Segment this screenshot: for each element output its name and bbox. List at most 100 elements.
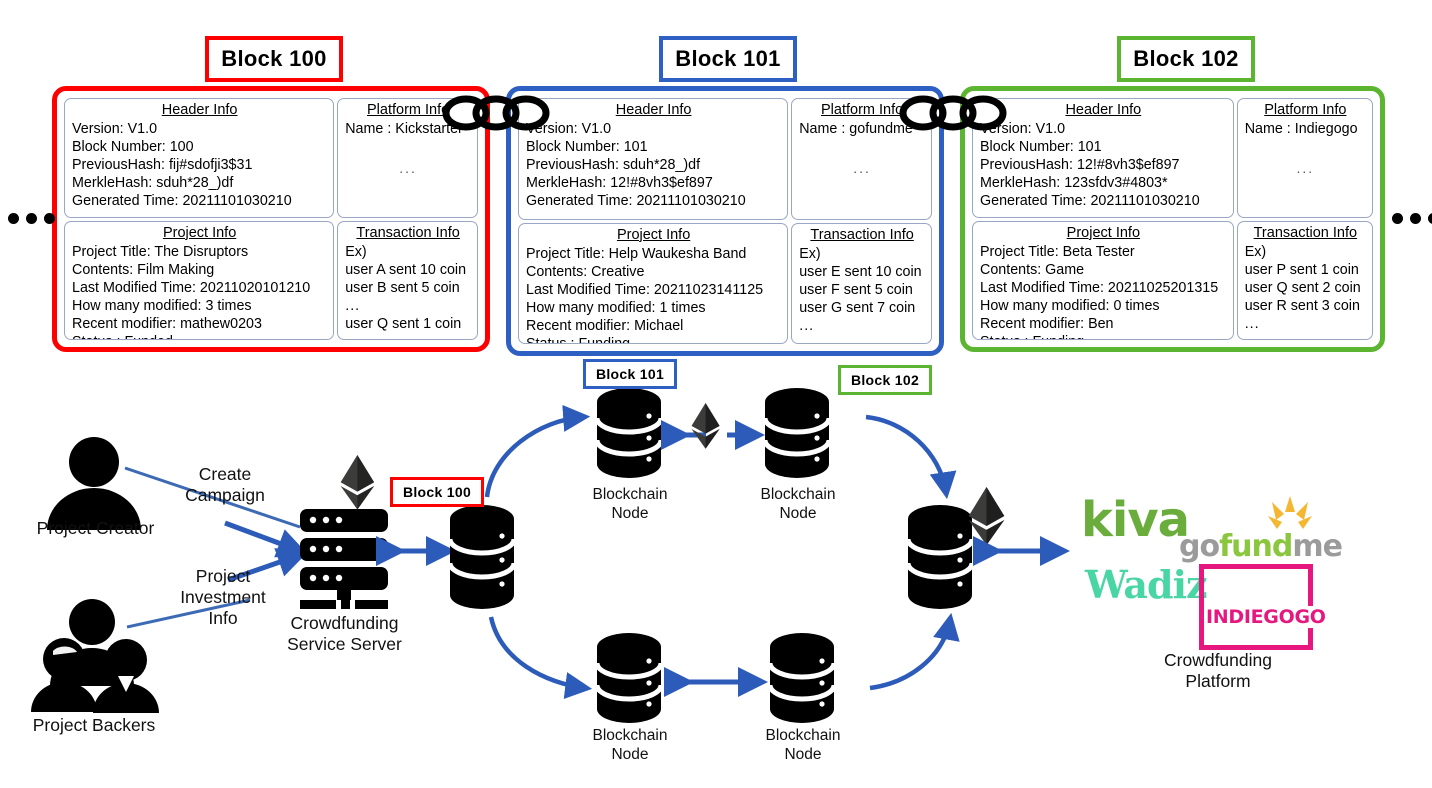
label-crowdfunding-server: Crowdfunding Service Server	[287, 613, 402, 654]
header-info-title: Header Info	[1065, 102, 1142, 118]
tx-line: user F sent 5 coin	[799, 281, 913, 298]
block-100-project-info: Project Info Project Title: The Disrupto…	[64, 220, 335, 340]
block-chip-102: Block 102	[1117, 36, 1255, 82]
arrow-left-to-topleft	[484, 404, 591, 498]
arrow-create-campaign	[224, 520, 308, 558]
transaction-info-title: Transaction Info	[1253, 224, 1358, 241]
project-last-modified: Last Modified Time: 20211020101210	[72, 279, 311, 296]
chain-link-icon-100-101	[442, 95, 550, 131]
gofundme-me-text: me	[1292, 529, 1343, 564]
crowdfunding-server-icon	[300, 509, 388, 609]
db-icon-top-left	[594, 388, 664, 478]
project-status: Status : Funding	[980, 333, 1227, 339]
header-block-number: Block Number: 100	[72, 139, 194, 156]
tx-line: user R sent 3 coin	[1244, 297, 1360, 314]
tx-line: ...	[345, 297, 361, 314]
label-project-creator: Project Creator	[36, 518, 155, 538]
label-blockchain-node-topleft: Blockchain Node	[592, 486, 668, 522]
node-chip-block-100-label: Block 100	[402, 484, 472, 500]
node-chip-block-101-label: Block 101	[595, 366, 665, 382]
header-info-title: Header Info	[615, 102, 692, 118]
label-create-campaign: Create Campaign	[185, 464, 265, 505]
block-chip-102-label: Block 102	[1133, 46, 1239, 71]
tx-line: ...	[799, 317, 815, 334]
block-chip-100-label: Block 100	[221, 46, 327, 71]
project-info-title: Project Info	[616, 226, 691, 243]
gofundme-logo: gofundme	[1179, 529, 1343, 564]
project-title: Project Title: The Disruptors	[72, 243, 249, 260]
header-version: Version: V1.0	[72, 121, 158, 138]
label-blockchain-node-bottomright: Blockchain Node	[765, 727, 841, 763]
transaction-info-title: Transaction Info	[356, 224, 460, 241]
block-101-header-info: Header Info Version: V1.0 Block Number: …	[518, 98, 789, 220]
node-chip-block-100: Block 100	[390, 477, 484, 507]
header-version: Version: V1.0	[526, 121, 612, 138]
tx-line: user G sent 7 coin	[799, 299, 916, 316]
platform-info-title: Platform Info	[1264, 102, 1347, 118]
project-creator-icon	[47, 437, 141, 530]
diagram-canvas: Block 100 Block 101 Block 102 Header Inf…	[0, 0, 1432, 788]
header-merkle-hash: MerkleHash: sduh*28_)df	[72, 175, 234, 192]
project-status: Status : Funded	[72, 333, 327, 339]
tx-line: user P sent 1 coin	[1244, 261, 1359, 278]
kiva-logo: kiva	[1081, 492, 1190, 548]
chain-link-icon-101-102	[899, 95, 1007, 131]
project-recent-modifier: Recent modifier: mathew0203	[72, 315, 262, 332]
project-info-title: Project Info	[1066, 224, 1141, 241]
tx-line: user B sent 5 coin	[345, 279, 460, 296]
indiegogo-logo-text: INDIEGOGO	[1204, 606, 1328, 628]
block-101-transaction-info: Transaction Info Ex) user E sent 10 coin…	[791, 222, 932, 344]
block-card-101: Header Info Version: V1.0 Block Number: …	[506, 86, 944, 356]
block-chip-101-label: Block 101	[675, 46, 781, 71]
block-card-100: Header Info Version: V1.0 Block Number: …	[52, 86, 490, 352]
tx-line: ...	[1244, 315, 1260, 332]
gofundme-fund-text: fund	[1219, 529, 1293, 564]
block-card-102: Header Info Version: V1.0 Block Number: …	[960, 86, 1385, 352]
platform-dots: ...	[853, 160, 871, 177]
project-title: Project Title: Help Waukesha Band	[526, 245, 747, 262]
header-generated-time: Generated Time: 20211101030210	[72, 193, 292, 210]
project-title: Project Title: Beta Tester	[980, 243, 1135, 260]
ethereum-icon-ring	[691, 403, 720, 449]
block-101-project-info: Project Info Project Title: Help Waukesh…	[518, 222, 789, 344]
label-blockchain-node-topright: Blockchain Node	[760, 486, 836, 522]
backer-face-details	[53, 646, 77, 655]
db-icon-bottom-left	[594, 633, 664, 723]
header-block-number: Block Number: 101	[526, 139, 648, 156]
header-version: Version: V1.0	[980, 121, 1066, 138]
block-102-project-info: Project Info Project Title: Beta Tester …	[972, 220, 1234, 340]
wadiz-logo: Wadiz	[1085, 562, 1208, 607]
block-100-header-info: Header Info Version: V1.0 Block Number: …	[64, 98, 335, 218]
server-led-dots	[309, 516, 343, 582]
ethereum-icon-server	[340, 455, 375, 510]
label-blockchain-node-bottomleft: Blockchain Node	[592, 727, 668, 763]
db-icon-top-right	[762, 388, 832, 478]
header-merkle-hash: MerkleHash: 123sfdv3#4803*	[980, 175, 1168, 192]
db-icon-bottom-right	[767, 633, 837, 723]
header-block-number: Block Number: 101	[980, 139, 1102, 156]
tx-line: user A sent 10 coin	[345, 261, 467, 278]
project-modify-count: How many modified: 1 times	[526, 299, 706, 316]
block-102-transaction-info: Transaction Info Ex) user P sent 1 coin …	[1236, 220, 1373, 340]
transaction-info-title: Transaction Info	[810, 226, 914, 243]
header-generated-time: Generated Time: 20211101030210	[526, 193, 746, 210]
header-previous-hash: PreviousHash: sduh*28_)df	[526, 157, 701, 174]
project-contents: Contents: Creative	[526, 263, 645, 280]
project-status: Status : Funding	[526, 335, 781, 343]
tx-line: Ex)	[799, 245, 821, 262]
tx-line: user Q sent 2 coin	[1244, 279, 1361, 296]
project-contents: Contents: Film Making	[72, 261, 215, 278]
node-chip-block-102-label: Block 102	[850, 372, 920, 388]
platform-dots: ...	[1296, 160, 1315, 177]
header-previous-hash: PreviousHash: fij#sdofji3$31	[72, 157, 253, 174]
tx-line: Ex)	[345, 243, 367, 260]
label-project-backers: Project Backers	[32, 715, 156, 735]
block-102-header-info: Header Info Version: V1.0 Block Number: …	[972, 98, 1234, 218]
project-last-modified: Last Modified Time: 20211025201315	[980, 279, 1219, 296]
tx-line: user E sent 10 coin	[799, 263, 922, 280]
db-icon-left	[447, 505, 517, 609]
platform-name: Name : Indiegogo	[1244, 121, 1358, 138]
arrow-topright-to-right	[865, 414, 957, 500]
node-chip-block-101: Block 101	[583, 359, 677, 389]
ellipsis-right	[1392, 213, 1432, 224]
